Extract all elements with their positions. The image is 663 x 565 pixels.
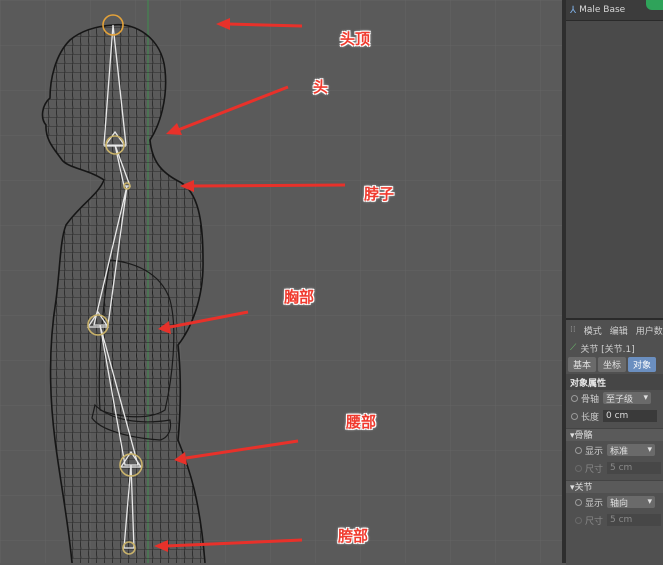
- joint-size-label: 尺寸: [585, 516, 604, 527]
- object-tag-icon[interactable]: [646, 0, 663, 10]
- object-title-row: ⟋ 关节 [关节.1]: [566, 340, 663, 356]
- menu-user-data[interactable]: 用户数: [636, 324, 663, 337]
- bone-size-field[interactable]: 5 cm: [607, 462, 662, 474]
- section-object-properties: 对象属性: [566, 374, 663, 390]
- animate-dot-icon[interactable]: [571, 394, 578, 402]
- menu-edit[interactable]: 编辑: [610, 324, 628, 337]
- chevron-down-icon: ▾: [647, 445, 653, 455]
- object-manager-panel[interactable]: ⅄ Male Base: [566, 0, 663, 318]
- joint-icon: ⅄: [570, 4, 577, 16]
- attribute-manager-panel[interactable]: ⁞⁞ 模式 编辑 用户数 ⟋ 关节 [关节.1] 基本 坐标 对象 对象属性 骨…: [566, 318, 663, 565]
- joint-group-header[interactable]: ▾关节: [566, 479, 663, 493]
- joint-display-dropdown[interactable]: 轴向 ▾: [607, 496, 656, 509]
- joint-display-label: 显示: [585, 498, 604, 509]
- row-joint-display: 显示 轴向 ▾: [566, 494, 663, 510]
- app-root: 头顶 头 脖子 胸部 腰部 胯部 ⅄ Male Base ⁞⁞ 模式 编辑 用户…: [0, 0, 663, 565]
- length-label: 长度: [581, 412, 600, 423]
- object-item-male-base[interactable]: ⅄ Male Base: [570, 2, 625, 18]
- length-field[interactable]: 0 cm: [603, 410, 658, 422]
- label-waist: 腰部: [346, 413, 377, 431]
- label-chest: 胸部: [284, 288, 315, 306]
- 3d-viewport[interactable]: 头顶 头 脖子 胸部 腰部 胯部: [0, 0, 562, 563]
- joint-display-value: 轴向: [610, 498, 629, 509]
- chevron-down-icon: ▾: [647, 497, 653, 507]
- joint-tool-icon: ⟋: [570, 343, 577, 353]
- row-bone-axis: 骨轴 至子级 ▾: [566, 390, 663, 406]
- label-head: 头: [313, 78, 329, 96]
- animate-dot-icon[interactable]: [575, 464, 582, 472]
- group-joint[interactable]: ▾关节: [566, 478, 663, 494]
- label-hip: 胯部: [338, 527, 369, 545]
- tab-coord[interactable]: 坐标: [598, 356, 627, 372]
- viewport-canvas[interactable]: [0, 0, 562, 563]
- group-bone[interactable]: ▾骨骼: [566, 426, 663, 442]
- row-length: 长度 0 cm: [566, 408, 663, 424]
- attribute-tabs: 基本 坐标 对象: [566, 356, 663, 372]
- bone-display-label: 显示: [585, 446, 604, 457]
- animate-dot-icon[interactable]: [575, 446, 582, 454]
- grip-icon[interactable]: ⁞⁞: [570, 325, 576, 335]
- object-item-label: Male Base: [579, 5, 626, 15]
- animate-dot-icon[interactable]: [575, 498, 582, 506]
- bone-axis-value: 至子级: [606, 394, 634, 405]
- row-bone-size: 尺寸 5 cm: [566, 460, 663, 476]
- row-joint-size: 尺寸 5 cm: [566, 512, 663, 528]
- tab-object[interactable]: 对象: [628, 356, 657, 372]
- menu-mode[interactable]: 模式: [584, 324, 602, 337]
- bone-axis-dropdown[interactable]: 至子级 ▾: [603, 392, 652, 405]
- tab-basic[interactable]: 基本: [568, 356, 597, 372]
- object-manager-strip: ⅄ Male Base: [566, 0, 663, 21]
- animate-dot-icon[interactable]: [571, 412, 578, 420]
- label-neck: 脖子: [364, 185, 395, 203]
- joint-size-field[interactable]: 5 cm: [607, 514, 662, 526]
- bone-axis-label: 骨轴: [581, 394, 600, 405]
- row-bone-display: 显示 标准 ▾: [566, 442, 663, 458]
- bone-display-value: 标准: [610, 446, 629, 457]
- label-head-top: 头顶: [340, 30, 371, 48]
- bone-size-label: 尺寸: [585, 464, 604, 475]
- chevron-down-icon: ▾: [643, 393, 649, 403]
- bone-display-dropdown[interactable]: 标准 ▾: [607, 444, 656, 457]
- attribute-menubar: ⁞⁞ 模式 编辑 用户数: [566, 322, 663, 338]
- bone-group-header[interactable]: ▾骨骼: [566, 427, 663, 441]
- object-title: 关节 [关节.1]: [580, 344, 635, 355]
- animate-dot-icon[interactable]: [575, 516, 582, 524]
